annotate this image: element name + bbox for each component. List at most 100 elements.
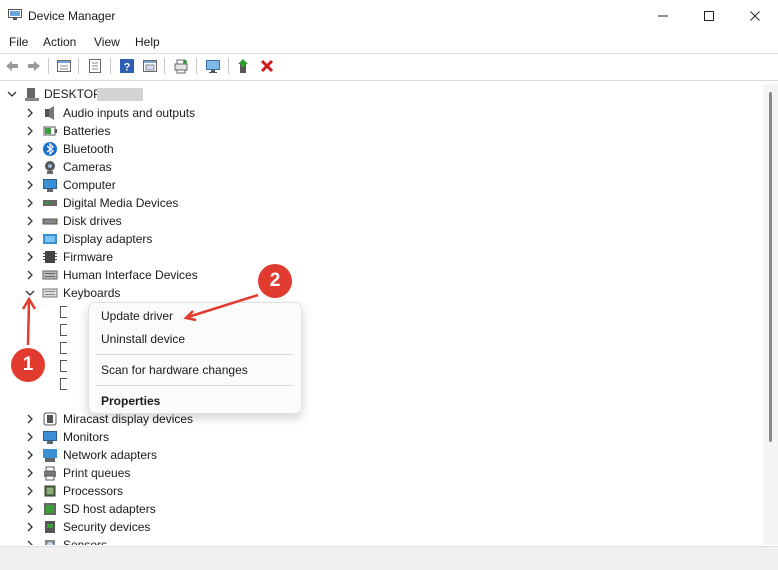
tree-item-sensors[interactable]: Sensors xyxy=(0,536,760,545)
keyboard-child-device-icon[interactable] xyxy=(60,378,67,390)
view-icon xyxy=(143,60,157,72)
annotation-badge-1: 1 xyxy=(11,348,45,382)
forward-button[interactable] xyxy=(25,57,43,75)
menu-bar: File Action View Help xyxy=(0,31,778,53)
chevron-right-icon[interactable] xyxy=(24,179,36,191)
sensor-icon xyxy=(45,540,55,545)
tree-item-label: Security devices xyxy=(63,520,151,534)
computer-icon xyxy=(25,88,39,101)
tree-item-human-interface-devices[interactable]: Human Interface Devices xyxy=(0,266,760,284)
tree-item-disk-drives[interactable]: Disk drives xyxy=(0,212,760,230)
maximize-button[interactable] xyxy=(686,0,732,31)
tree-item-keyboards[interactable]: Keyboards xyxy=(0,284,760,302)
menu-help[interactable]: Help xyxy=(135,35,160,49)
tree-item-label: Firmware xyxy=(63,250,113,264)
chevron-right-icon[interactable] xyxy=(24,143,36,155)
toolbar-separator xyxy=(110,58,111,74)
tree-item-monitors[interactable]: Monitors xyxy=(0,428,760,446)
tree-item-cameras[interactable]: Cameras xyxy=(0,158,760,176)
keyboard-child-device-icon[interactable] xyxy=(60,360,67,372)
tree-item-digital-media-devices[interactable]: Digital Media Devices xyxy=(0,194,760,212)
tree-item-label: Cameras xyxy=(63,160,112,174)
sd-icon xyxy=(44,503,56,515)
battery-icon xyxy=(43,126,57,136)
context-scan-hardware[interactable]: Scan for hardware changes xyxy=(101,363,248,377)
context-separator xyxy=(97,385,293,386)
chevron-right-icon[interactable] xyxy=(24,251,36,263)
chevron-right-icon[interactable] xyxy=(24,485,36,497)
annotation-badge-2: 2 xyxy=(258,264,292,298)
tree-item-display-adapters[interactable]: Display adapters xyxy=(0,230,760,248)
chevron-right-icon[interactable] xyxy=(24,269,36,281)
back-button[interactable] xyxy=(3,57,21,75)
help-button[interactable]: ? xyxy=(118,57,136,75)
view-button[interactable] xyxy=(141,57,159,75)
hid-icon xyxy=(42,270,58,280)
tree-item-label: Processors xyxy=(63,484,124,498)
enable-device-icon xyxy=(238,59,248,73)
chevron-right-icon[interactable] xyxy=(24,215,36,227)
properties-button[interactable] xyxy=(55,57,73,75)
tree-item-label: Batteries xyxy=(63,124,111,138)
tree-item-label: Human Interface Devices xyxy=(63,268,198,282)
close-button[interactable] xyxy=(732,0,778,31)
maximize-icon xyxy=(704,10,714,21)
chevron-right-icon[interactable] xyxy=(24,125,36,137)
tree-item-label: Disk drives xyxy=(63,214,122,228)
tree-item-sd-host-adapters[interactable]: SD host adapters xyxy=(0,500,760,518)
update-driver-icon xyxy=(89,59,101,73)
tree-item-print-queues[interactable]: Print queues xyxy=(0,464,760,482)
media-device-icon xyxy=(43,200,57,206)
keyboard-child-device-icon[interactable] xyxy=(60,342,67,354)
chevron-right-icon[interactable] xyxy=(24,233,36,245)
chevron-right-icon[interactable] xyxy=(24,521,36,533)
context-properties[interactable]: Properties xyxy=(101,394,160,408)
enable-device-button[interactable] xyxy=(236,57,254,75)
chevron-right-icon[interactable] xyxy=(24,161,36,173)
toolbar-separator xyxy=(48,58,49,74)
uninstall-icon xyxy=(260,59,274,73)
tree-root[interactable]: DESKTOP- xyxy=(0,85,760,103)
minimize-button[interactable] xyxy=(640,0,686,31)
menu-file[interactable]: File xyxy=(9,35,28,49)
monitor-button[interactable] xyxy=(204,57,222,75)
tree-item-security-devices[interactable]: Security devices xyxy=(0,518,760,536)
chevron-down-icon[interactable] xyxy=(6,88,18,100)
vertical-scrollbar[interactable] xyxy=(763,84,778,545)
minimize-icon xyxy=(658,15,668,16)
tree-item-label: Monitors xyxy=(63,430,110,444)
chevron-down-icon[interactable] xyxy=(24,287,36,299)
tree-item-label: Digital Media Devices xyxy=(63,196,179,210)
status-bar xyxy=(0,546,778,570)
chevron-right-icon[interactable] xyxy=(24,107,36,119)
chevron-right-icon[interactable] xyxy=(24,503,36,515)
chevron-right-icon[interactable] xyxy=(24,431,36,443)
menu-action[interactable]: Action xyxy=(43,35,76,49)
speaker-icon xyxy=(45,106,54,120)
uninstall-button[interactable] xyxy=(258,57,276,75)
forward-icon xyxy=(28,61,40,71)
context-update-driver[interactable]: Update driver xyxy=(101,309,173,323)
chevron-right-icon[interactable] xyxy=(24,449,36,461)
tree-item-network-adapters[interactable]: Network adapters xyxy=(0,446,760,464)
chevron-right-icon[interactable] xyxy=(24,413,36,425)
chevron-right-icon[interactable] xyxy=(24,539,36,545)
context-uninstall-device[interactable]: Uninstall device xyxy=(101,332,185,346)
title-bar: Device Manager xyxy=(0,0,778,31)
tree-item-audio-inputs-and-outputs[interactable]: Audio inputs and outputs xyxy=(0,104,760,122)
tree-item-bluetooth[interactable]: Bluetooth xyxy=(0,140,760,158)
menu-view[interactable]: View xyxy=(94,35,120,49)
tree-item-firmware[interactable]: Firmware xyxy=(0,248,760,266)
scrollbar-thumb[interactable] xyxy=(769,92,772,442)
chevron-right-icon[interactable] xyxy=(24,467,36,479)
keyboard-child-device-icon[interactable] xyxy=(60,306,67,318)
context-separator xyxy=(97,354,293,355)
tree-item-batteries[interactable]: Batteries xyxy=(0,122,760,140)
tree-item-label: Sensors xyxy=(63,538,108,545)
update-driver-button[interactable] xyxy=(86,57,104,75)
keyboard-child-device-icon[interactable] xyxy=(60,324,67,336)
chevron-right-icon[interactable] xyxy=(24,197,36,209)
tree-item-processors[interactable]: Processors xyxy=(0,482,760,500)
scan-button[interactable] xyxy=(172,57,190,75)
tree-item-computer[interactable]: Computer xyxy=(0,176,760,194)
